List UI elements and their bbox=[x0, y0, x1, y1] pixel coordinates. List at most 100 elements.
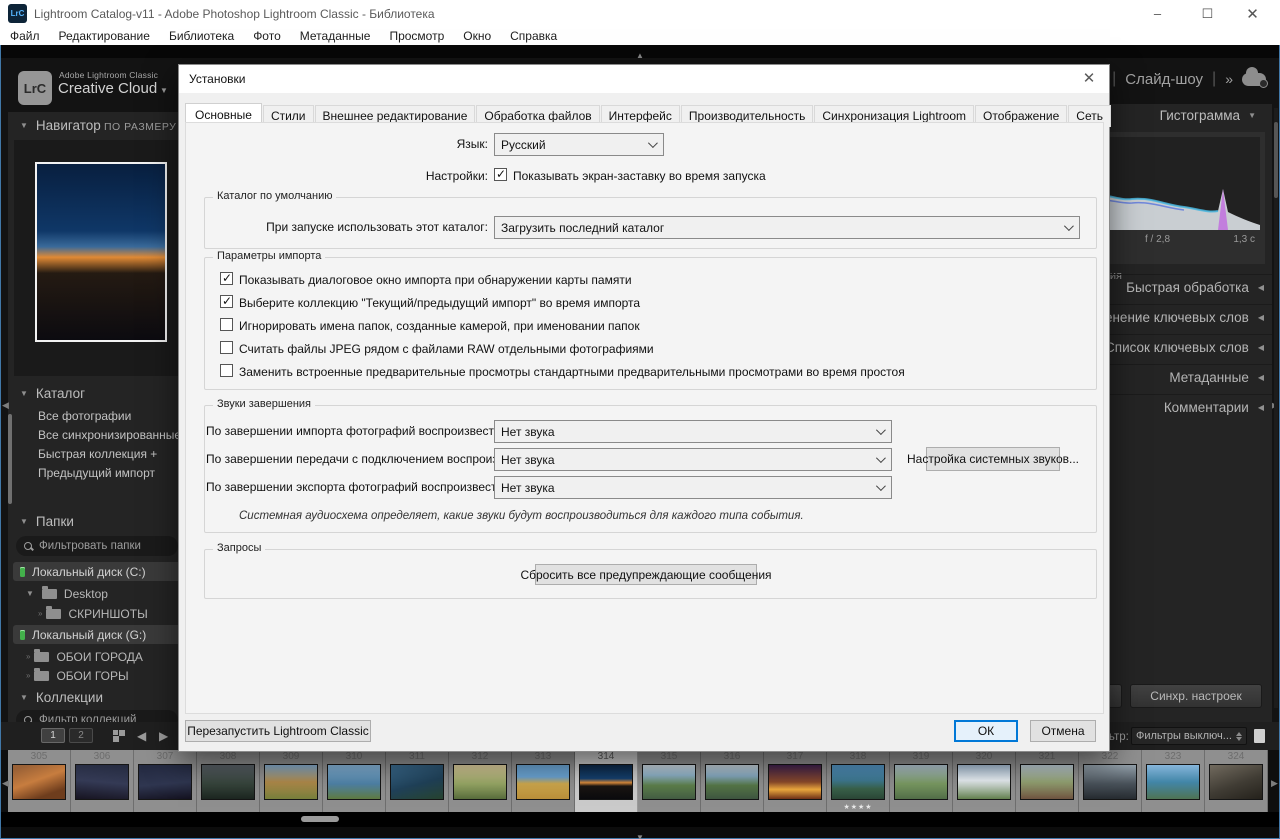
filmstrip-thumbnail[interactable] bbox=[75, 764, 129, 800]
dialog-close-icon[interactable]: ✕ bbox=[1079, 69, 1099, 87]
filmstrip-scrollbar-track[interactable] bbox=[1, 812, 1279, 827]
filmstrip-cell[interactable]: 321 bbox=[1016, 750, 1079, 812]
filmstrip-thumbnail[interactable] bbox=[327, 764, 381, 800]
filmstrip-scroll-left-icon[interactable]: ◀ bbox=[2, 778, 9, 789]
filmstrip-cell[interactable]: 323 bbox=[1142, 750, 1205, 812]
cloud-sync-icon[interactable] bbox=[1242, 73, 1266, 86]
filmstrip-cell[interactable]: 315 bbox=[638, 750, 701, 812]
navigator-header[interactable]: ▼ Навигатор ПО РАЗМЕРУ bbox=[8, 114, 185, 136]
filter-preset-dropdown[interactable]: Фильтры выключ... bbox=[1131, 727, 1247, 745]
catalog-previous-import[interactable]: Предыдущий импорт bbox=[8, 463, 185, 482]
filmstrip-cell[interactable]: 317 bbox=[764, 750, 827, 812]
collapse-up-icon[interactable]: ▲ bbox=[636, 51, 644, 60]
filmstrip-cell[interactable]: 319 bbox=[890, 750, 953, 812]
folder-row-oboi-goroda[interactable]: » ОБОИ ГОРОДА bbox=[8, 647, 185, 666]
identity-dropdown-icon[interactable]: ▼ bbox=[160, 86, 168, 95]
filmstrip-thumbnail[interactable] bbox=[957, 764, 1011, 800]
import-option-checkbox[interactable] bbox=[220, 364, 233, 377]
filmstrip-cell[interactable]: 308 bbox=[197, 750, 260, 812]
filmstrip-thumbnail[interactable] bbox=[516, 764, 570, 800]
tether-sound-dropdown[interactable]: Нет звука bbox=[494, 448, 892, 471]
import-sound-dropdown[interactable]: Нет звука bbox=[494, 420, 892, 443]
go-back-icon[interactable]: ◀ bbox=[137, 729, 146, 743]
menu-file[interactable]: Файл bbox=[10, 29, 40, 43]
filmstrip-cell[interactable]: 312 bbox=[449, 750, 512, 812]
main-window-button[interactable]: 1 bbox=[41, 728, 65, 743]
sync-settings-button[interactable]: Синхр. настроек bbox=[1130, 684, 1262, 708]
reset-warnings-button[interactable]: Сбросить все предупреждающие сообщения bbox=[535, 564, 757, 585]
histogram-plot[interactable] bbox=[1092, 137, 1260, 230]
left-panel-collapse-icon[interactable]: ◀ bbox=[2, 400, 9, 411]
filmstrip-cell[interactable]: 314 bbox=[575, 750, 638, 812]
catalog-quick-collection[interactable]: Быстрая коллекция + bbox=[8, 444, 185, 463]
maximize-button[interactable]: ☐ bbox=[1185, 0, 1230, 27]
cancel-button[interactable]: Отмена bbox=[1030, 720, 1096, 742]
filmstrip-thumbnail[interactable] bbox=[1083, 764, 1137, 800]
panel-quick-develop[interactable]: Быстрая обработка ◀ bbox=[1085, 274, 1272, 300]
system-sounds-button[interactable]: Настройка системных звуков... bbox=[926, 447, 1060, 471]
menu-view[interactable]: Просмотр bbox=[389, 29, 444, 43]
top-panel-collapse-strip[interactable]: ▲ bbox=[1, 45, 1279, 58]
import-option-checkbox[interactable] bbox=[220, 341, 233, 354]
filmstrip-thumbnail[interactable] bbox=[264, 764, 318, 800]
menu-library[interactable]: Библиотека bbox=[169, 29, 234, 43]
filter-folders-input[interactable]: Фильтровать папки bbox=[16, 536, 178, 556]
folder-row-oboi-gory[interactable]: » ОБОИ ГОРЫ bbox=[8, 666, 185, 685]
right-scrollbar-track[interactable] bbox=[1274, 108, 1278, 708]
panel-keywording[interactable]: Применение ключевых слов ◀ bbox=[1085, 304, 1272, 330]
filmstrip-thumbnail[interactable] bbox=[1209, 764, 1263, 800]
filmstrip-cell[interactable]: 309 bbox=[260, 750, 323, 812]
menu-metadata[interactable]: Метаданные bbox=[300, 29, 371, 43]
panel-metadata[interactable]: Метаданные ◀ bbox=[1085, 364, 1272, 390]
filmstrip-cell[interactable]: 318★★★★ bbox=[827, 750, 890, 812]
startup-catalog-dropdown[interactable]: Загрузить последний каталог bbox=[494, 216, 1080, 239]
folder-row-screenshots[interactable]: » СКРИНШОТЫ bbox=[8, 604, 185, 623]
volume-c-row[interactable]: Локальный диск (C:) bbox=[13, 562, 181, 581]
filmstrip-cell[interactable]: 311 bbox=[386, 750, 449, 812]
import-option-checkbox[interactable] bbox=[220, 272, 233, 285]
language-dropdown[interactable]: Русский bbox=[494, 133, 664, 156]
filmstrip-thumbnail[interactable] bbox=[1020, 764, 1074, 800]
module-overflow-chevron[interactable]: » bbox=[1225, 71, 1233, 87]
filmstrip-thumbnail[interactable] bbox=[768, 764, 822, 800]
menu-edit[interactable]: Редактирование bbox=[59, 29, 150, 43]
import-option-checkbox[interactable] bbox=[220, 318, 233, 331]
filmstrip-cell[interactable]: 313 bbox=[512, 750, 575, 812]
filmstrip-cell[interactable]: 305 bbox=[8, 750, 71, 812]
filmstrip-scroll-right-icon[interactable]: ▶ bbox=[1271, 778, 1278, 789]
filmstrip-thumbnail[interactable] bbox=[12, 764, 66, 800]
second-window-button[interactable]: 2 bbox=[69, 728, 93, 743]
histogram-header[interactable]: Гистограмма ▼ bbox=[1160, 108, 1264, 123]
filmstrip-cell[interactable]: 307 bbox=[134, 750, 197, 812]
panel-keyword-list[interactable]: Список ключевых слов ◀ bbox=[1085, 334, 1272, 360]
catalog-all-synced[interactable]: Все синхронизированные... bbox=[8, 425, 185, 444]
ok-button[interactable]: ОК bbox=[954, 720, 1018, 742]
navigator-zoom-fit[interactable]: ПО РАЗМЕРУ bbox=[104, 121, 176, 133]
filmstrip-thumbnail[interactable] bbox=[894, 764, 948, 800]
restart-lightroom-button[interactable]: Перезапустить Lightroom Classic bbox=[185, 720, 371, 742]
volume-g-row[interactable]: Локальный диск (G:) bbox=[13, 625, 181, 644]
filmstrip-thumbnail[interactable] bbox=[705, 764, 759, 800]
export-sound-dropdown[interactable]: Нет звука bbox=[494, 476, 892, 499]
collections-header[interactable]: ▼ Коллекции bbox=[8, 686, 185, 708]
right-scrollbar-thumb[interactable] bbox=[1274, 122, 1278, 198]
filmstrip-thumbnail[interactable] bbox=[201, 764, 255, 800]
go-forward-icon[interactable]: ▶ bbox=[159, 729, 168, 743]
module-slideshow[interactable]: Слайд-шоу bbox=[1125, 71, 1203, 88]
minimize-button[interactable]: – bbox=[1135, 0, 1180, 27]
filmstrip-thumbnail[interactable] bbox=[1146, 764, 1200, 800]
catalog-all-photos[interactable]: Все фотографии bbox=[8, 406, 185, 425]
menu-help[interactable]: Справка bbox=[510, 29, 557, 43]
filter-lock-icon[interactable] bbox=[1254, 729, 1265, 743]
collapse-down-icon[interactable]: ▼ bbox=[636, 833, 644, 839]
grid-view-icon[interactable] bbox=[113, 730, 125, 742]
close-button[interactable]: ✕ bbox=[1230, 0, 1275, 27]
filmstrip-cell[interactable]: 324 bbox=[1205, 750, 1268, 812]
filmstrip-thumbnail[interactable] bbox=[831, 764, 885, 800]
filmstrip-thumbnail[interactable] bbox=[579, 764, 633, 800]
menu-photo[interactable]: Фото bbox=[253, 29, 281, 43]
filmstrip-thumbnail[interactable] bbox=[453, 764, 507, 800]
filmstrip-cell[interactable]: 316 bbox=[701, 750, 764, 812]
show-splash-checkbox[interactable] bbox=[494, 168, 507, 181]
filmstrip-cell[interactable]: 322 bbox=[1079, 750, 1142, 812]
